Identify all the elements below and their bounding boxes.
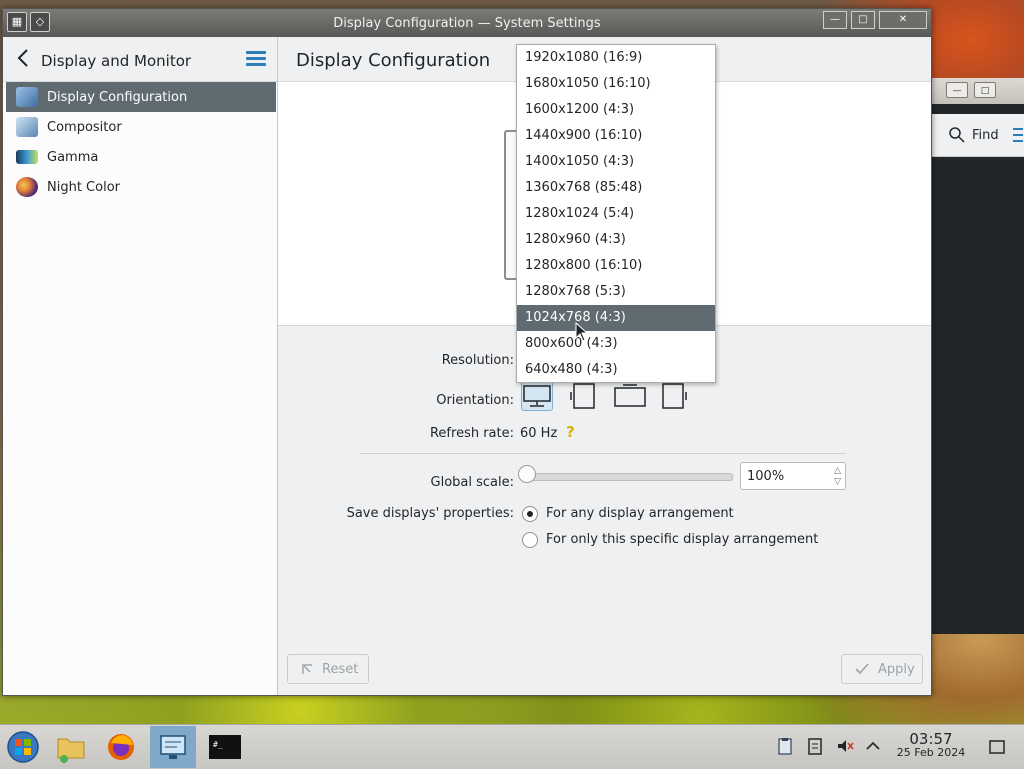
orientation-landscape-button[interactable]	[521, 381, 553, 411]
reset-icon	[302, 664, 312, 674]
compositor-icon	[16, 117, 38, 137]
sidebar-item-night-color[interactable]: Night Color	[6, 172, 276, 202]
search-icon	[949, 127, 965, 143]
clipboard-icon[interactable]	[776, 737, 794, 755]
resolution-option[interactable]: 1400x1050 (4:3)	[517, 149, 715, 175]
orientation-portrait-left-button[interactable]	[568, 381, 600, 411]
spin-down-icon[interactable]: ▽	[834, 477, 841, 487]
spin-up-icon[interactable]: △	[834, 466, 841, 476]
sidebar-item-display-configuration[interactable]: Display Configuration	[6, 82, 276, 112]
terminal-icon: #_	[209, 735, 241, 759]
resolution-option[interactable]: 1280x960 (4:3)	[517, 227, 715, 253]
notes-icon[interactable]	[806, 737, 824, 755]
close-button[interactable]: ✕	[879, 11, 927, 29]
gamma-icon	[16, 150, 38, 164]
find-label: Find	[972, 127, 999, 143]
taskbar: #_ 03:57 25 Feb 2024	[0, 724, 1024, 769]
background-window[interactable]: — □ Find	[930, 78, 1024, 634]
sidebar-item-label: Gamma	[47, 149, 99, 165]
background-window-titlebar[interactable]: — □	[930, 78, 1024, 104]
global-scale-slider[interactable]	[523, 473, 733, 481]
sidebar-header: Display and Monitor	[3, 37, 277, 82]
refresh-rate-label: Refresh rate:	[429, 426, 514, 441]
sidebar-item-compositor[interactable]: Compositor	[6, 112, 276, 142]
sidebar-item-gamma[interactable]: Gamma	[6, 142, 276, 172]
sidebar-title: Display and Monitor	[41, 52, 192, 70]
find-button[interactable]: Find	[948, 126, 1023, 144]
radio-any-arrangement[interactable]	[522, 506, 538, 522]
resolution-option[interactable]: 1280x800 (16:10)	[517, 253, 715, 279]
orientation-flipped-button[interactable]	[612, 381, 648, 411]
monitor-flipped-icon	[614, 384, 646, 407]
orientation-label: Orientation:	[436, 393, 514, 408]
taskbar-file-manager[interactable]	[48, 726, 94, 768]
taskbar-terminal[interactable]: #_	[202, 726, 248, 768]
checkmark-icon	[855, 663, 869, 675]
back-arrow-icon[interactable]	[15, 47, 33, 69]
divider	[360, 453, 846, 454]
chevron-up-icon[interactable]	[864, 737, 882, 755]
resolution-option[interactable]: 1680x1050 (16:10)	[517, 71, 715, 97]
global-scale-label: Global scale:	[430, 475, 514, 490]
resolution-option[interactable]: 1600x1200 (4:3)	[517, 97, 715, 123]
monitor-rotate-right-icon	[662, 383, 687, 409]
global-scale-value: 100%	[747, 469, 785, 484]
window-titlebar[interactable]: ▦ ◇ Display Configuration — System Setti…	[3, 9, 931, 37]
resolution-option[interactable]: 1280x768 (5:3)	[517, 279, 715, 305]
resolution-option[interactable]: 1360x768 (85:48)	[517, 175, 715, 201]
radio-specific-arrangement-label[interactable]: For only this specific display arrangeme…	[546, 532, 818, 547]
resolution-label: Resolution:	[441, 353, 514, 368]
global-scale-spinbox[interactable]: 100% △ ▽	[740, 462, 846, 490]
save-properties-label: Save displays' properties:	[346, 506, 514, 521]
radio-any-arrangement-label[interactable]: For any display arrangement	[546, 506, 734, 521]
resolution-option[interactable]: 800x600 (4:3)	[517, 331, 715, 357]
audio-muted-icon[interactable]	[836, 737, 854, 755]
firefox-icon	[108, 734, 134, 760]
minimize-icon[interactable]: —	[946, 82, 968, 98]
apply-label: Apply	[878, 661, 915, 677]
night-color-icon	[16, 177, 38, 197]
resolution-dropdown-list[interactable]: 1920x1080 (16:9) 1680x1050 (16:10) 1600x…	[516, 44, 716, 383]
global-scale-slider-handle[interactable]	[518, 465, 536, 483]
resolution-option[interactable]: 1440x900 (16:10)	[517, 123, 715, 149]
digital-clock[interactable]: 03:57 25 Feb 2024	[888, 730, 974, 759]
refresh-rate-value: 60 Hz	[520, 426, 558, 441]
start-menu-icon	[7, 731, 39, 763]
system-settings-window: ▦ ◇ Display Configuration — System Setti…	[2, 8, 932, 696]
window-title: Display Configuration — System Settings	[333, 16, 601, 31]
sidebar-item-label: Compositor	[47, 119, 122, 135]
svg-text:#_: #_	[213, 740, 223, 749]
resolution-option[interactable]: 1920x1080 (16:9)	[517, 45, 715, 71]
reset-button[interactable]: Reset	[287, 654, 369, 684]
mouse-pointer-icon	[575, 322, 589, 342]
reset-label: Reset	[322, 661, 359, 677]
maximize-button[interactable]: □	[851, 11, 875, 29]
sidebar-item-label: Night Color	[47, 179, 120, 195]
system-settings-icon	[160, 735, 186, 759]
maximize-icon[interactable]: □	[974, 82, 996, 98]
orientation-portrait-right-button[interactable]	[658, 381, 690, 411]
sidebar: Display and Monitor Display Configuratio…	[3, 37, 278, 695]
show-desktop-icon[interactable]	[988, 738, 1006, 756]
taskbar-firefox[interactable]	[98, 726, 144, 768]
minimize-button[interactable]: —	[823, 11, 847, 29]
resolution-option-selected[interactable]: 1024x768 (4:3)	[517, 305, 715, 331]
monitor-landscape-icon	[523, 385, 551, 407]
monitor-rotate-left-icon	[570, 383, 595, 409]
radio-specific-arrangement[interactable]	[522, 532, 538, 548]
clock-date: 25 Feb 2024	[896, 746, 966, 759]
page-title: Display Configuration	[296, 50, 491, 71]
folder-icon	[57, 738, 85, 763]
application-launcher-button[interactable]	[0, 726, 46, 768]
display-config-icon	[16, 87, 38, 107]
help-icon[interactable]: ?	[566, 423, 575, 441]
apply-button[interactable]: Apply	[841, 654, 923, 684]
resolution-option[interactable]: 640x480 (4:3)	[517, 357, 715, 383]
resolution-option[interactable]: 1280x1024 (5:4)	[517, 201, 715, 227]
sidebar-item-label: Display Configuration	[47, 89, 188, 105]
taskbar-system-settings[interactable]	[150, 726, 196, 768]
hamburger-menu-icon[interactable]	[246, 51, 266, 67]
background-window-toolbar: Find	[930, 114, 1024, 157]
menu-icon	[1012, 128, 1023, 142]
